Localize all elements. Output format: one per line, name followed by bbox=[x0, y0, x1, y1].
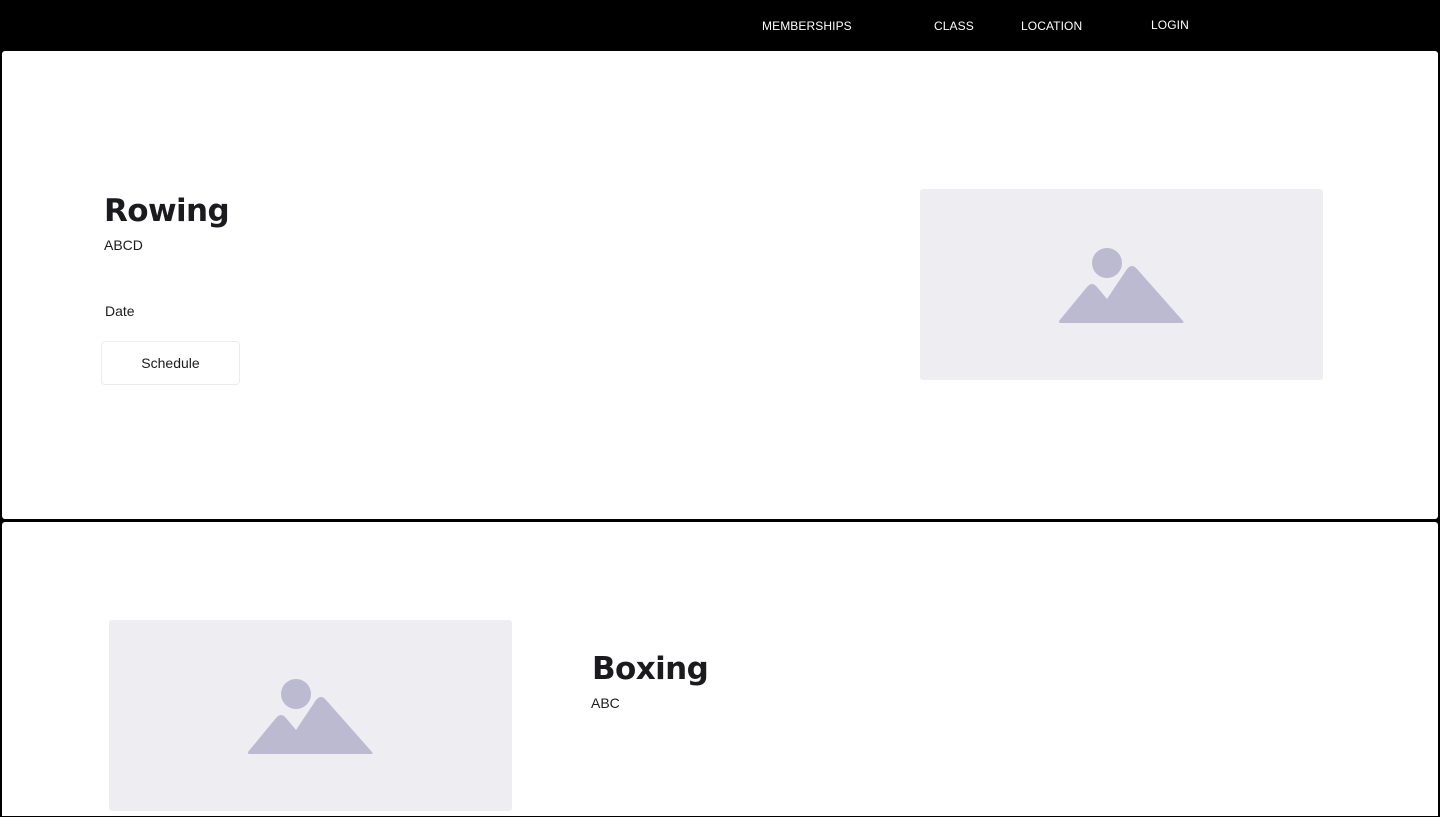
class-title: Boxing bbox=[592, 651, 709, 687]
class-image bbox=[109, 620, 512, 811]
schedule-button[interactable]: Schedule bbox=[101, 341, 240, 385]
image-placeholder-icon bbox=[247, 678, 373, 754]
nav-item-class[interactable]: CLASS bbox=[934, 19, 974, 33]
image-placeholder-icon bbox=[1058, 247, 1184, 323]
nav-item-memberships[interactable]: MEMBERSHIPS bbox=[762, 19, 852, 33]
class-description: ABC bbox=[591, 695, 620, 711]
class-image bbox=[920, 189, 1323, 380]
nav-item-location[interactable]: LOCATION bbox=[1021, 19, 1082, 33]
class-section-boxing: Boxing ABC bbox=[1, 521, 1439, 817]
class-title: Rowing bbox=[104, 193, 230, 229]
nav-item-login[interactable]: LOGIN bbox=[1151, 18, 1189, 32]
top-navbar: MEMBERSHIPS CLASS LOCATION LOGIN bbox=[0, 0, 1440, 50]
class-description: ABCD bbox=[104, 237, 143, 253]
class-section-rowing: Rowing ABCD Date Schedule bbox=[1, 50, 1439, 520]
page: MEMBERSHIPS CLASS LOCATION LOGIN Rowing … bbox=[0, 0, 1440, 817]
class-date-label: Date bbox=[105, 303, 135, 319]
